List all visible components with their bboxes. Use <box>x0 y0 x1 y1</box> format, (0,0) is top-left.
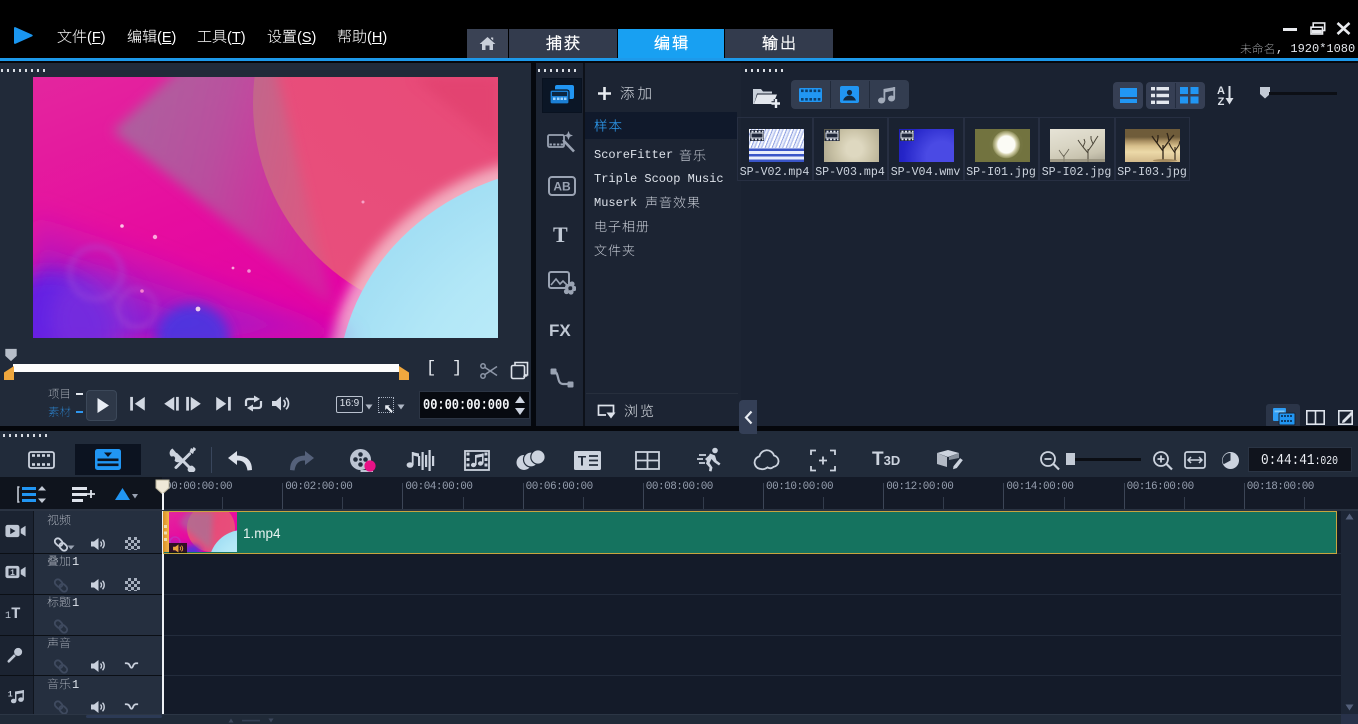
svg-text:1: 1 <box>8 690 13 699</box>
svg-text:T: T <box>578 454 587 469</box>
svg-text:Z: Z <box>1218 96 1225 106</box>
svg-text:AB: AB <box>553 180 571 194</box>
svg-text:1: 1 <box>10 569 15 578</box>
